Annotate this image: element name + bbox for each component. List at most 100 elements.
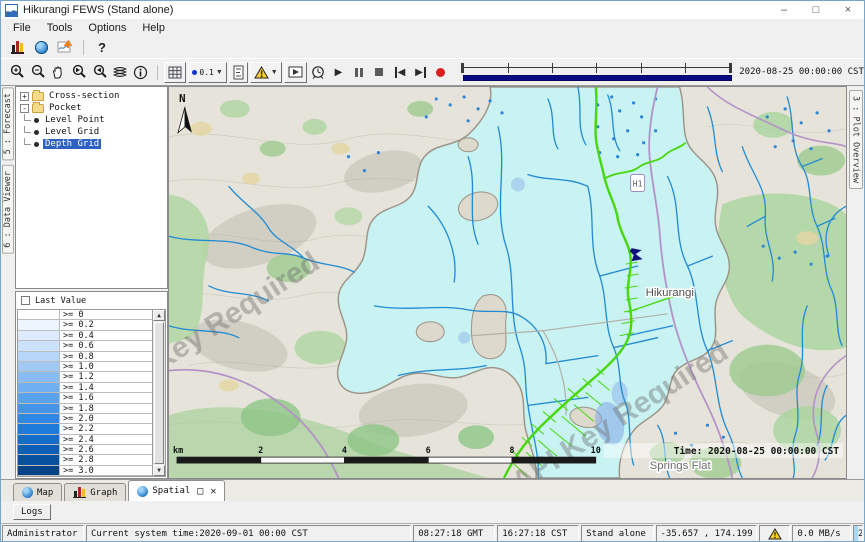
legend-swatch xyxy=(18,310,60,319)
legend-row: >= 1.8 xyxy=(18,404,152,414)
legend-row: >= 3.2 xyxy=(18,476,152,477)
legend-row: >= 0.2 xyxy=(18,320,152,330)
grid-display-button[interactable] xyxy=(164,62,186,83)
map-toolbar: 0.1▼ ▼ ▶ ◀ ▶ 2020-08-25 00:00:00 CST xyxy=(1,58,864,86)
zoom-next-icon xyxy=(91,64,108,80)
legend-swatch xyxy=(18,455,60,464)
scroll-down-icon[interactable]: ▼ xyxy=(153,465,165,476)
last-value-checkbox[interactable] xyxy=(21,296,30,305)
zoom-in-icon xyxy=(9,64,25,80)
animation-window-button[interactable] xyxy=(284,62,307,83)
tab-forecast[interactable]: 5 : Forecast xyxy=(2,87,14,160)
record-button[interactable] xyxy=(431,61,452,83)
svg-text:8: 8 xyxy=(509,445,514,455)
animation-timer-button[interactable] xyxy=(308,61,329,83)
skip-to-end-button[interactable]: ▶ xyxy=(410,61,431,83)
pan-button[interactable] xyxy=(48,61,69,83)
legend-swatch xyxy=(18,362,60,371)
tab-data-viewer[interactable]: 6 : Data Viewer xyxy=(2,165,14,254)
timeline-progress-bar xyxy=(463,75,732,81)
zoom-in-button[interactable] xyxy=(7,61,28,83)
chart-arrow-icon xyxy=(57,40,73,54)
legend-swatch xyxy=(18,352,60,361)
warning-dropdown[interactable]: ▼ xyxy=(250,62,282,83)
scale-legend-button[interactable] xyxy=(229,62,248,83)
toolbar-separator xyxy=(83,40,84,55)
legend-swatch xyxy=(18,331,60,340)
zoom-previous-button[interactable] xyxy=(69,61,90,83)
layers-button[interactable] xyxy=(110,61,131,83)
legend-swatch xyxy=(18,341,60,350)
map-canvas[interactable]: API Key Required API Key Required H1 Hik… xyxy=(169,87,846,478)
pause-icon xyxy=(355,68,363,77)
play-button[interactable]: ▶ xyxy=(328,61,349,83)
collapse-icon[interactable]: - xyxy=(20,104,29,113)
menu-help[interactable]: Help xyxy=(134,21,173,35)
tree-connector xyxy=(24,138,31,145)
legend-row: >= 0.6 xyxy=(18,341,152,351)
selected-tree-label: Depth Grid xyxy=(43,139,101,149)
scroll-up-icon[interactable]: ▲ xyxy=(153,310,165,321)
legend-swatch xyxy=(18,414,60,423)
legend-row: >= 0.8 xyxy=(18,352,152,362)
title-bar[interactable]: Hikurangi FEWS (Stand alone) – □ × xyxy=(1,1,864,19)
tree-node-level-grid[interactable]: Level Grid xyxy=(16,126,167,138)
maximize-button[interactable]: □ xyxy=(800,1,832,19)
close-button[interactable]: × xyxy=(832,1,864,19)
hand-icon xyxy=(50,64,66,80)
help-button[interactable]: ? xyxy=(90,37,114,57)
tab-map[interactable]: Map xyxy=(13,483,62,501)
warning-icon xyxy=(254,66,269,79)
minimize-button[interactable]: – xyxy=(768,1,800,19)
info-button[interactable] xyxy=(130,61,151,83)
elevation-scale-icon xyxy=(233,65,244,80)
app-logo-icon xyxy=(5,4,18,17)
legend-row: >= 2.8 xyxy=(18,455,152,465)
expand-icon[interactable]: + xyxy=(20,92,29,101)
tree-node-cross-section[interactable]: + Cross-section xyxy=(16,90,167,102)
zoom-next-button[interactable] xyxy=(89,61,110,83)
map-display-button[interactable] xyxy=(29,37,53,57)
legend-row: >= 2.4 xyxy=(18,435,152,445)
bar-chart-icon xyxy=(11,41,24,54)
svg-text:N: N xyxy=(179,92,186,105)
zoom-out-button[interactable] xyxy=(28,61,49,83)
data-viewer-button[interactable] xyxy=(5,37,29,57)
logs-row: Logs xyxy=(1,501,864,523)
menu-file[interactable]: File xyxy=(5,21,39,35)
legend-swatch xyxy=(18,372,60,381)
tab-restore-icon[interactable]: □ xyxy=(197,486,203,497)
status-mode: Stand alone xyxy=(581,525,653,542)
tree-node-pocket[interactable]: - Pocket xyxy=(16,102,167,114)
legend-scrollbar[interactable]: ▲ ▼ xyxy=(152,310,165,476)
threshold-dropdown[interactable]: 0.1▼ xyxy=(188,62,226,83)
tree-node-depth-grid[interactable]: Depth Grid xyxy=(16,138,167,150)
tab-plot-overview[interactable]: 3 : Plot Overview xyxy=(849,90,863,189)
timeline-slider[interactable] xyxy=(461,63,732,81)
tree-node-level-point[interactable]: Level Point xyxy=(16,114,167,126)
legend-swatch xyxy=(18,393,60,402)
status-warning-cell[interactable] xyxy=(759,525,790,542)
legend-swatch xyxy=(18,476,60,477)
legend-panel: Last Value >= 0 >= 0.2 >= 0.4 >= 0.6 >= … xyxy=(15,291,168,479)
map-view[interactable]: API Key Required API Key Required H1 Hik… xyxy=(168,86,847,479)
tab-graph[interactable]: Graph xyxy=(64,483,126,501)
left-dock-strip: 5 : Forecast 6 : Data Viewer xyxy=(1,86,15,479)
tab-close-icon[interactable]: ✕ xyxy=(210,486,216,497)
menu-tools[interactable]: Tools xyxy=(39,21,81,35)
stop-button[interactable] xyxy=(369,61,390,83)
layer-bullet-icon xyxy=(34,130,39,135)
globe-icon xyxy=(22,487,33,498)
layer-bullet-icon xyxy=(34,118,39,123)
tab-spatial[interactable]: Spatial □ ✕ xyxy=(128,480,225,501)
pause-button[interactable] xyxy=(349,61,370,83)
skip-to-start-button[interactable]: ◀ xyxy=(390,61,411,83)
legend-row: >= 2.6 xyxy=(18,445,152,455)
spatial-display-button[interactable] xyxy=(53,37,77,57)
legend-swatch xyxy=(18,466,60,475)
menu-options[interactable]: Options xyxy=(80,21,134,35)
toolbar-separator xyxy=(157,65,158,80)
timeline-date: 2020-08-25 00:00:00 CST xyxy=(739,67,864,77)
logs-button[interactable]: Logs xyxy=(13,504,51,520)
scrollbar-thumb[interactable] xyxy=(154,322,164,464)
